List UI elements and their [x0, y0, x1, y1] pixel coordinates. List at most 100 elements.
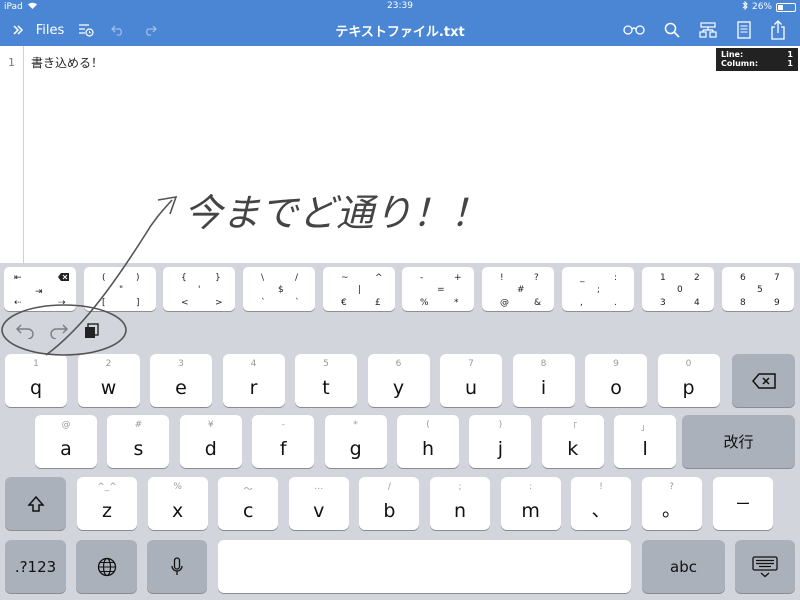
key-label: o	[610, 377, 622, 399]
key[interactable]: ?。	[641, 477, 702, 530]
shift-icon	[5, 477, 66, 530]
key[interactable]: / b	[359, 477, 420, 530]
accessory-symbol: £	[375, 298, 381, 308]
accessory-symbol: |	[358, 285, 362, 295]
text-editor[interactable]: 1 書き込める！ Line: 1 Column: 1	[0, 46, 800, 264]
accessory-key[interactable]: _:,;.	[562, 267, 634, 311]
key-label: d	[204, 438, 217, 460]
key[interactable]: % x	[147, 477, 208, 530]
key[interactable]: # s	[107, 415, 170, 468]
key[interactable]: ^_^z	[77, 477, 137, 530]
glasses-icon[interactable]	[620, 14, 648, 46]
redo-icon[interactable]	[50, 323, 68, 343]
dash-key[interactable]: ー	[713, 477, 773, 530]
key-label: t	[322, 377, 330, 399]
key[interactable]: !、	[571, 477, 631, 530]
key[interactable]: 1q	[5, 354, 67, 407]
accessory-symbol: .	[614, 298, 617, 308]
key[interactable]: ) j	[469, 415, 532, 468]
return-key[interactable]: 改行	[682, 415, 795, 468]
key-secondary-label: #	[134, 420, 143, 430]
key-label: q	[29, 377, 43, 399]
accessory-key[interactable]: {} < ' >	[163, 267, 235, 311]
editor-line-text[interactable]: 書き込める！	[31, 54, 103, 71]
search-icon[interactable]	[660, 14, 684, 46]
backspace-key[interactable]	[732, 354, 795, 407]
accessory-symbol: +	[454, 273, 462, 283]
key-secondary-label: 9	[613, 359, 619, 369]
arrow-right-label: ⇢	[58, 298, 66, 308]
accessory-key[interactable]: 1 2 3 0 4	[642, 267, 714, 311]
accessory-key[interactable]: - +% = *	[402, 267, 474, 311]
key-label: g	[349, 438, 362, 460]
abc-key[interactable]: abc	[642, 540, 725, 593]
key[interactable]: 3e	[150, 354, 212, 407]
key[interactable]: 0p	[657, 354, 720, 407]
space-key[interactable]	[218, 540, 631, 593]
key[interactable]: 8i	[512, 354, 575, 407]
numbers-key[interactable]: .?123	[5, 540, 66, 593]
accessory-key[interactable]: () ["]	[84, 267, 156, 311]
accessory-key[interactable]: 6 7 8 5 9	[722, 267, 794, 311]
key[interactable]: @ a	[35, 415, 97, 468]
tab-left-label: ⇤	[14, 273, 22, 283]
key-secondary-label: 8	[540, 359, 547, 369]
key[interactable]: 2w	[77, 354, 140, 407]
accessory-symbol: `	[261, 298, 266, 308]
document-icon[interactable]	[732, 14, 756, 46]
key[interactable]: … v	[288, 477, 349, 530]
key-secondary-label: …	[314, 482, 324, 492]
key-secondary-label: 」	[640, 423, 650, 433]
key[interactable]: 「k	[541, 415, 604, 468]
key[interactable]: 6y	[367, 354, 430, 407]
accessory-key[interactable]: ~ ^ € | £	[323, 267, 395, 311]
key[interactable]: -f	[252, 415, 315, 468]
key-label: r	[249, 377, 258, 399]
structure-icon[interactable]	[696, 14, 720, 46]
key[interactable]: 7u	[440, 354, 502, 407]
line-number: 1	[8, 56, 15, 69]
tab-keys[interactable]: ⇤ ⇥ ⇠ ⇢	[4, 267, 76, 311]
key[interactable]: 5t	[295, 354, 357, 407]
globe-key[interactable]	[76, 540, 137, 593]
key-secondary-label: 5	[323, 359, 329, 369]
key[interactable]: ¥ d	[179, 415, 242, 468]
column-label: Column:	[721, 59, 759, 68]
accessory-symbol: "	[119, 285, 124, 295]
key-label: v	[313, 500, 325, 522]
accessory-key[interactable]: \ / ` $ `	[243, 267, 315, 311]
hide-keyboard-key[interactable]	[735, 540, 795, 593]
accessory-bar: ⇤ ⇥ ⇠ ⇢ () ["] {} < ' > \ / ` $ ` ~ ^ € | £ - +% = *!? @ # & _:…	[0, 263, 800, 313]
key-secondary-label: 4	[250, 359, 257, 369]
microphone-key[interactable]	[147, 540, 207, 593]
accessory-symbol: `	[295, 298, 300, 308]
key[interactable]: ; n	[430, 477, 490, 530]
key-secondary-label: :	[529, 482, 533, 492]
key[interactable]: :m	[500, 477, 561, 530]
key-secondary-label: )	[498, 420, 503, 430]
return-key-label: 改行	[723, 433, 754, 451]
key[interactable]: * g	[324, 415, 387, 468]
share-icon[interactable]	[766, 14, 790, 46]
abc-key-label: abc	[670, 557, 697, 576]
undo-icon[interactable]	[16, 323, 34, 343]
key-label: e	[175, 377, 187, 399]
key[interactable]: 9o	[585, 354, 647, 407]
key-secondary-label: ^_^	[97, 482, 117, 492]
key-label: z	[102, 500, 112, 522]
shift-key[interactable]	[5, 477, 66, 530]
key-secondary-label: 6	[395, 359, 402, 369]
line-gutter: 1	[0, 46, 24, 264]
accessory-symbol: -	[420, 273, 424, 283]
key[interactable]: 」 l	[614, 415, 677, 468]
key[interactable]: 〜 c	[218, 477, 279, 530]
accessory-symbol: =	[437, 285, 445, 295]
accessory-key[interactable]: !? @ # &	[482, 267, 554, 311]
tab-right-label: ⇥	[35, 287, 43, 297]
accessory-symbol: >	[215, 298, 223, 308]
key[interactable]: (h	[397, 415, 459, 468]
key-label: 、	[591, 499, 611, 521]
paste-icon[interactable]	[84, 323, 100, 343]
key[interactable]: 4r	[222, 354, 285, 407]
bluetooth-icon	[742, 0, 748, 13]
